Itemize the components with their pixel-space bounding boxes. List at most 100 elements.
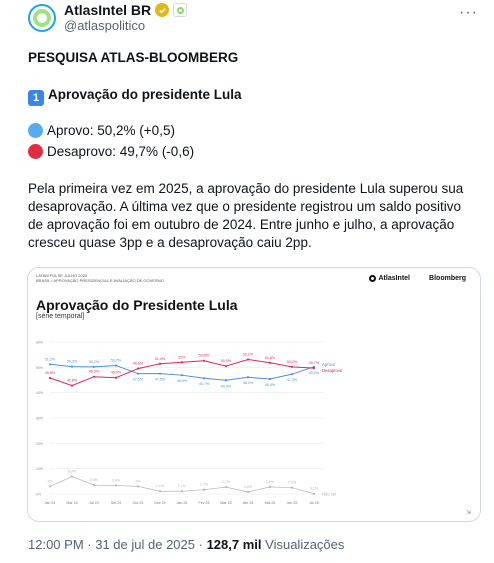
data-point: [224, 364, 228, 368]
author-name[interactable]: AtlasIntel BR: [64, 2, 151, 18]
data-label: 50,2%: [89, 360, 100, 364]
data-point: [114, 364, 118, 367]
x-tick-label: Jan 24: [45, 501, 56, 505]
data-point: [246, 358, 250, 361]
y-tick-label: 0%: [36, 493, 41, 497]
data-point: [136, 367, 140, 370]
data-point: [290, 365, 294, 368]
data-label: 3%: [135, 479, 141, 483]
legend-label: Aprovo: [322, 362, 336, 367]
data-point: [290, 486, 294, 489]
data-label: 45,4%: [265, 383, 276, 387]
data-point: [246, 490, 250, 494]
data-point: [114, 376, 118, 379]
x-tick-label: Set 24: [111, 501, 121, 505]
expand-icon: ⇲: [466, 509, 471, 516]
body-line-1: Pela primeira vez em 2025, a aprovação d…: [28, 181, 464, 196]
atlasintel-logo-icon: [33, 9, 51, 27]
line-chart: 60% 50% 40% 30% 20% 10% 0% Jan 24 Mar 24 Jul 24 Se…: [36, 341, 471, 517]
data-label: 50,2%: [309, 371, 320, 375]
data-point: [158, 490, 162, 493]
data-label: 50,7%: [111, 359, 122, 363]
data-point: [70, 475, 74, 478]
author-name-row: AtlasIntel BR: [64, 2, 188, 18]
data-label: 2,7%: [222, 480, 231, 484]
x-tick-label: Out 24: [133, 501, 144, 505]
disapprove-text: Desaprovo: 49,7% (-0,6): [47, 144, 195, 159]
x-tick-label: Mai 25: [265, 501, 276, 505]
data-label: 3,5%: [90, 478, 99, 482]
data-label: 49,7%: [309, 361, 320, 365]
data-label: 51,8%: [265, 356, 276, 360]
data-label: 46,9%: [177, 379, 188, 383]
tweet-header: AtlasIntel BR @atlaspolitico ···: [0, 0, 494, 44]
chart-image-card[interactable]: LATAM PULSE JULHO 2025 BRASIL • APROVAÇÃ…: [27, 267, 481, 522]
views-label: Visualizações: [265, 537, 345, 552]
tweet-headline: PESQUISA ATLAS-BLOOMBERG: [28, 50, 239, 65]
tweet-topic-line: 1 Aprovação do presidente Lula: [28, 86, 242, 106]
data-point: [70, 384, 74, 387]
data-label: 49,5%: [133, 362, 144, 366]
y-tick-label: 30%: [36, 417, 43, 421]
blue-circle-icon: [28, 123, 43, 138]
data-point: [70, 365, 74, 368]
x-tick-label: Dez 24: [154, 501, 165, 505]
legend-label: Desaprovo: [322, 368, 343, 373]
data-point: [180, 490, 184, 493]
data-point: [92, 365, 96, 368]
data-point: [246, 376, 250, 379]
y-tick-label: 10%: [36, 467, 43, 471]
more-options-icon[interactable]: ···: [459, 4, 478, 22]
x-tick-label: Jul 24: [89, 501, 99, 505]
tweet-time[interactable]: 12:00 PM: [28, 537, 84, 552]
x-tick-label: Mar 25: [220, 501, 231, 505]
data-label: 47,5%: [155, 378, 166, 382]
data-label: 46,3%: [89, 370, 100, 374]
data-point: [268, 377, 272, 381]
data-point: [290, 373, 294, 376]
data-label: 0,1%: [310, 487, 319, 491]
data-point: [136, 485, 140, 488]
data-label: 3,4%: [112, 478, 121, 482]
data-label: 45,9%: [111, 371, 122, 375]
x-tick-label: Fev 25: [199, 501, 210, 505]
tweet-footer: 12:00 PM · 31 de jul de 2025 · 128,7 mil…: [28, 537, 345, 552]
data-label: 0,8%: [244, 485, 253, 489]
data-point: [136, 372, 140, 375]
body-line-3: de aprovação foi em outubro de 2024. Ent…: [28, 217, 455, 232]
data-label: 53,1%: [243, 352, 254, 356]
avatar[interactable]: [28, 4, 56, 32]
tweet-date[interactable]: 31 de jul de 2025: [95, 537, 195, 552]
data-label: 51,2%: [45, 357, 56, 361]
data-label: 47,3%: [287, 378, 298, 382]
data-point: [48, 376, 52, 380]
data-label: 50,5%: [221, 359, 232, 363]
approve-text: Aprovo: 50,2% (+0,5): [47, 123, 175, 138]
data-point: [48, 485, 52, 488]
approve-line: Aprovo: 50,2% (+0,5): [28, 122, 175, 140]
verified-badge-icon: [155, 3, 170, 17]
data-point: [158, 372, 162, 375]
x-tick-label: Mar 24: [66, 501, 77, 505]
data-label: 6,9%: [68, 470, 77, 474]
data-label: 42,8%: [67, 379, 78, 383]
affiliate-badge-icon[interactable]: [173, 3, 188, 17]
data-point: [114, 484, 118, 487]
data-point: [224, 486, 228, 489]
data-point: [202, 359, 206, 362]
data-point: [312, 492, 316, 495]
x-tick-label: Jun 25: [287, 501, 298, 505]
data-point: [224, 379, 228, 382]
y-tick-label: 20%: [36, 442, 43, 446]
data-label: 45,8%: [45, 371, 56, 375]
y-tick-label: 40%: [36, 391, 43, 395]
data-point: [268, 361, 272, 364]
data-label: 52%: [178, 355, 186, 359]
data-label: 1,1%: [156, 484, 165, 488]
data-label: 51,4%: [155, 357, 166, 361]
tweet-topic: Aprovação do presidente Lula: [48, 87, 242, 102]
disapprove-line: Desaprovo: 49,7% (-0,6): [28, 143, 194, 161]
author-handle[interactable]: @atlaspolitico: [64, 18, 145, 33]
data-point: [158, 362, 162, 365]
data-label: 1,7%: [200, 483, 209, 487]
